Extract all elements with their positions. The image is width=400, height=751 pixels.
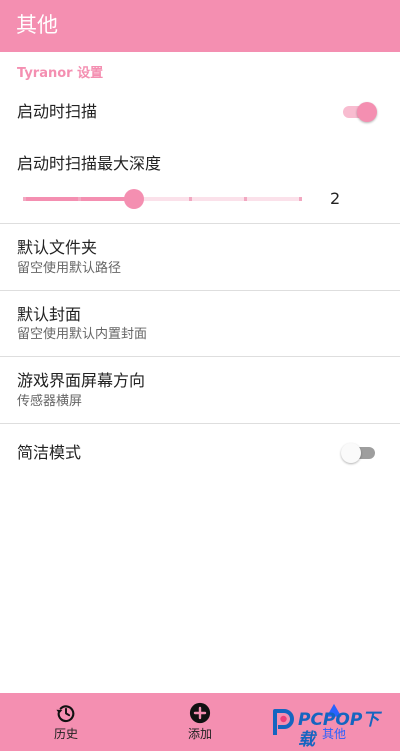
- simple-mode-switch[interactable]: [341, 441, 377, 465]
- slider-tick: [189, 197, 192, 201]
- slider-tick: [244, 197, 247, 201]
- history-icon: [56, 705, 75, 723]
- divider: [0, 223, 400, 224]
- section-header-tyranor: Tyranor 设置: [17, 66, 104, 81]
- slider-tick: [299, 197, 302, 201]
- watermark: PCPOP下载: [270, 703, 392, 750]
- nav-label: 历史: [53, 727, 78, 741]
- max-scan-depth-slider[interactable]: [23, 186, 302, 212]
- setting-title: 启动时扫描: [17, 102, 98, 121]
- app-bar: 其他: [0, 0, 400, 52]
- setting-summary: 留空使用默认内置封面: [17, 327, 148, 342]
- setting-title: 启动时扫描最大深度: [17, 154, 162, 173]
- slider-value: 2: [330, 189, 341, 208]
- slider-handle[interactable]: [124, 189, 144, 209]
- setting-summary: 传感器横屏: [17, 394, 83, 409]
- slider-tick: [23, 197, 26, 201]
- divider: [0, 290, 400, 291]
- switch-thumb: [357, 102, 377, 122]
- page-title: 其他: [16, 13, 58, 37]
- switch-thumb: [341, 443, 361, 463]
- setting-title: 默认封面: [17, 305, 82, 324]
- pcpop-logo-icon: [273, 709, 294, 735]
- nav-label: 添加: [187, 727, 212, 741]
- nav-item-add[interactable]: 添加: [160, 693, 240, 751]
- setting-summary: 留空使用默认路径: [17, 261, 122, 276]
- nav-item-history[interactable]: 历史: [26, 693, 106, 751]
- slider-tick: [78, 197, 81, 201]
- setting-title: 默认文件夹: [17, 238, 98, 257]
- divider: [0, 423, 400, 424]
- scan-on-start-switch[interactable]: [341, 100, 377, 124]
- setting-title: 简洁模式: [17, 443, 82, 462]
- setting-title: 游戏界面屏幕方向: [17, 371, 146, 390]
- add-circle-icon: [189, 702, 211, 724]
- divider: [0, 356, 400, 357]
- watermark-text: PCPOP下载: [298, 710, 380, 750]
